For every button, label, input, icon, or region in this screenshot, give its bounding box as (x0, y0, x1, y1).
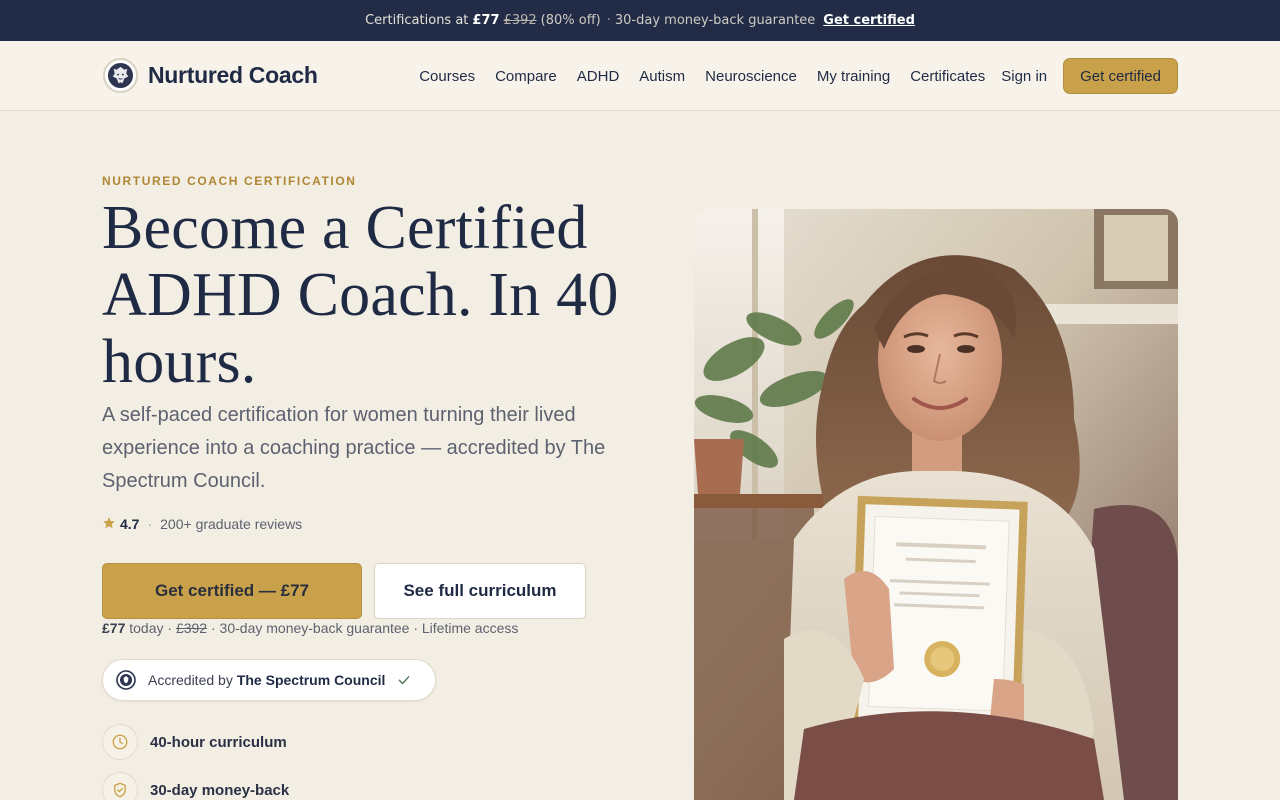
rating-separator: · (147, 516, 153, 532)
nav-autism[interactable]: Autism (639, 68, 685, 85)
rating-summary: 4.7 · 200+ graduate reviews (102, 514, 302, 534)
promo-cta-link[interactable]: Get certified (823, 13, 915, 28)
price-today-suffix: today · (125, 620, 176, 636)
shield-check-icon (102, 772, 138, 800)
promo-lead: Certifications at (365, 13, 469, 28)
accreditation-badge[interactable]: Accredited by The Spectrum Council (102, 659, 436, 701)
sign-in-link[interactable]: Sign in (1001, 68, 1047, 85)
get-certified-button[interactable]: Get certified — £77 (102, 563, 362, 619)
hero-headline: Become a Certified ADHD Coach. In 40 hou… (102, 195, 662, 396)
feature-curriculum-label: 40-hour curriculum (150, 733, 287, 751)
hero-headline-line-1: Become a Certified (102, 194, 588, 262)
hero-headline-line-2: ADHD Coach. In 40 (102, 261, 619, 329)
rating-reviews[interactable]: 200+ graduate reviews (160, 516, 302, 532)
nav-compare[interactable]: Compare (495, 68, 557, 85)
hero-subtitle: A self-paced certification for women tur… (102, 404, 606, 492)
brand-logo[interactable]: Nurtured Coach (103, 58, 318, 93)
accreditation-org: The Spectrum Council (236, 672, 386, 688)
promo-old-price: £392 (503, 13, 537, 28)
promo-bar: Certifications at £77 £392 (80% off) · 3… (0, 0, 1280, 41)
star-icon (102, 516, 116, 533)
nav-adhd[interactable]: ADHD (577, 68, 620, 85)
hero-eyebrow: NURTURED COACH CERTIFICATION (102, 174, 357, 188)
brand-name: Nurtured Coach (148, 62, 318, 88)
accreditation-prefix: Accredited by (148, 672, 233, 688)
price-today: £77 (102, 620, 126, 636)
promo-price: £77 (472, 13, 500, 28)
nav-certificates[interactable]: Certificates (910, 68, 985, 85)
spectrum-council-seal-icon (116, 670, 136, 690)
rating-score: 4.7 (120, 516, 140, 532)
nav-neuroscience[interactable]: Neuroscience (705, 68, 797, 85)
feature-money-back-label: 30-day money-back (150, 781, 290, 799)
check-icon (397, 673, 411, 687)
main-nav: Courses Compare ADHD Autism Neuroscience… (419, 58, 1178, 94)
price-note: £77 today · £392 · 30-day money-back gua… (102, 620, 518, 636)
promo-guarantee: 30-day money-back guarantee (614, 13, 816, 28)
price-old: £392 (175, 620, 208, 636)
feature-curriculum: 40-hour curriculum (102, 724, 287, 760)
hero-headline-line-3: hours. (102, 328, 257, 396)
clock-icon (102, 724, 138, 760)
lion-logo-icon (103, 58, 138, 93)
promo-discount: (80% off) (540, 13, 601, 28)
promo-separator: · (606, 13, 611, 28)
hero-cta-row: Get certified — £77 See full curriculum (102, 563, 586, 619)
feature-money-back: 30-day money-back (102, 772, 289, 800)
nav-courses[interactable]: Courses (419, 68, 475, 85)
hero-photo-coach-with-certificate (694, 209, 1178, 800)
price-note-rest: · 30-day money-back guarantee · Lifetime… (207, 620, 519, 636)
see-curriculum-button[interactable]: See full curriculum (374, 563, 586, 619)
site-header: Nurtured Coach Courses Compare ADHD Auti… (0, 41, 1280, 111)
nav-my-training[interactable]: My training (817, 68, 890, 85)
header-get-certified-button[interactable]: Get certified (1063, 58, 1178, 94)
